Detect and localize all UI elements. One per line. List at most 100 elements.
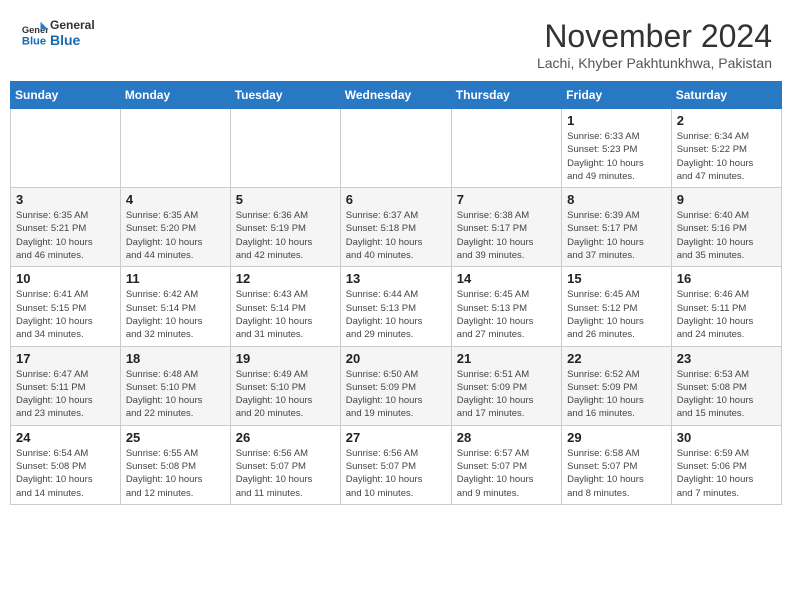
calendar-day-cell: 23 Sunrise: 6:53 AM Sunset: 5:08 PM Dayli… (671, 346, 781, 425)
day-info: Sunrise: 6:43 AM Sunset: 5:14 PM Dayligh… (236, 288, 335, 341)
page-header: General Blue General Blue November 2024 … (10, 10, 782, 75)
calendar-header-thursday: Thursday (451, 82, 561, 109)
day-number: 23 (677, 351, 776, 366)
calendar-header-monday: Monday (120, 82, 230, 109)
day-info: Sunrise: 6:40 AM Sunset: 5:16 PM Dayligh… (677, 209, 776, 262)
calendar-day-cell: 29 Sunrise: 6:58 AM Sunset: 5:07 PM Dayli… (562, 425, 672, 504)
logo-icon: General Blue (20, 20, 48, 48)
calendar-day-cell: 2 Sunrise: 6:34 AM Sunset: 5:22 PM Daylig… (671, 109, 781, 188)
calendar-day-cell: 11Sunrise: 6:42 AM Sunset: 5:14 PM Dayli… (120, 267, 230, 346)
day-number: 13 (346, 271, 446, 286)
logo-blue-text: Blue (50, 32, 95, 49)
calendar-day-cell: 13 Sunrise: 6:44 AM Sunset: 5:13 PM Dayli… (340, 267, 451, 346)
day-info: Sunrise: 6:54 AM Sunset: 5:08 PM Dayligh… (16, 447, 115, 500)
calendar-week-row: 17 Sunrise: 6:47 AM Sunset: 5:11 PM Dayli… (11, 346, 782, 425)
calendar-header-sunday: Sunday (11, 82, 121, 109)
day-info: Sunrise: 6:56 AM Sunset: 5:07 PM Dayligh… (236, 447, 335, 500)
day-info: Sunrise: 6:33 AM Sunset: 5:23 PM Dayligh… (567, 130, 666, 183)
day-number: 1 (567, 113, 666, 128)
calendar-week-row: 1 Sunrise: 6:33 AM Sunset: 5:23 PM Daylig… (11, 109, 782, 188)
day-info: Sunrise: 6:47 AM Sunset: 5:11 PM Dayligh… (16, 368, 115, 421)
day-number: 12 (236, 271, 335, 286)
day-info: Sunrise: 6:50 AM Sunset: 5:09 PM Dayligh… (346, 368, 446, 421)
calendar-empty-cell (451, 109, 561, 188)
calendar-day-cell: 18Sunrise: 6:48 AM Sunset: 5:10 PM Dayli… (120, 346, 230, 425)
calendar-header-tuesday: Tuesday (230, 82, 340, 109)
day-info: Sunrise: 6:58 AM Sunset: 5:07 PM Dayligh… (567, 447, 666, 500)
day-number: 30 (677, 430, 776, 445)
calendar-header-friday: Friday (562, 82, 672, 109)
day-info: Sunrise: 6:51 AM Sunset: 5:09 PM Dayligh… (457, 368, 556, 421)
day-info: Sunrise: 6:45 AM Sunset: 5:12 PM Dayligh… (567, 288, 666, 341)
day-info: Sunrise: 6:42 AM Sunset: 5:14 PM Dayligh… (126, 288, 225, 341)
day-number: 19 (236, 351, 335, 366)
day-info: Sunrise: 6:44 AM Sunset: 5:13 PM Dayligh… (346, 288, 446, 341)
calendar-day-cell: 7Sunrise: 6:38 AM Sunset: 5:17 PM Daylig… (451, 188, 561, 267)
calendar-day-cell: 22 Sunrise: 6:52 AM Sunset: 5:09 PM Dayli… (562, 346, 672, 425)
calendar-day-cell: 28 Sunrise: 6:57 AM Sunset: 5:07 PM Dayli… (451, 425, 561, 504)
day-number: 4 (126, 192, 225, 207)
day-number: 3 (16, 192, 115, 207)
calendar-day-cell: 6 Sunrise: 6:37 AM Sunset: 5:18 PM Daylig… (340, 188, 451, 267)
day-number: 8 (567, 192, 666, 207)
day-info: Sunrise: 6:45 AM Sunset: 5:13 PM Dayligh… (457, 288, 556, 341)
calendar-day-cell: 9Sunrise: 6:40 AM Sunset: 5:16 PM Daylig… (671, 188, 781, 267)
calendar-week-row: 10 Sunrise: 6:41 AM Sunset: 5:15 PM Dayli… (11, 267, 782, 346)
logo-general-text: General (50, 18, 95, 32)
day-number: 22 (567, 351, 666, 366)
calendar-table: SundayMondayTuesdayWednesdayThursdayFrid… (10, 81, 782, 505)
day-info: Sunrise: 6:37 AM Sunset: 5:18 PM Dayligh… (346, 209, 446, 262)
day-info: Sunrise: 6:39 AM Sunset: 5:17 PM Dayligh… (567, 209, 666, 262)
location-subtitle: Lachi, Khyber Pakhtunkhwa, Pakistan (537, 55, 772, 71)
day-number: 28 (457, 430, 556, 445)
calendar-day-cell: 25Sunrise: 6:55 AM Sunset: 5:08 PM Dayli… (120, 425, 230, 504)
title-block: November 2024 Lachi, Khyber Pakhtunkhwa,… (537, 18, 772, 71)
day-number: 6 (346, 192, 446, 207)
day-info: Sunrise: 6:36 AM Sunset: 5:19 PM Dayligh… (236, 209, 335, 262)
day-info: Sunrise: 6:41 AM Sunset: 5:15 PM Dayligh… (16, 288, 115, 341)
calendar-day-cell: 12 Sunrise: 6:43 AM Sunset: 5:14 PM Dayli… (230, 267, 340, 346)
calendar-header-wednesday: Wednesday (340, 82, 451, 109)
day-number: 25 (126, 430, 225, 445)
day-info: Sunrise: 6:38 AM Sunset: 5:17 PM Dayligh… (457, 209, 556, 262)
day-info: Sunrise: 6:52 AM Sunset: 5:09 PM Dayligh… (567, 368, 666, 421)
calendar-day-cell: 27Sunrise: 6:56 AM Sunset: 5:07 PM Dayli… (340, 425, 451, 504)
day-number: 10 (16, 271, 115, 286)
calendar-day-cell: 15 Sunrise: 6:45 AM Sunset: 5:12 PM Dayli… (562, 267, 672, 346)
logo: General Blue General Blue (20, 18, 95, 49)
calendar-day-cell: 8 Sunrise: 6:39 AM Sunset: 5:17 PM Daylig… (562, 188, 672, 267)
calendar-day-cell: 21 Sunrise: 6:51 AM Sunset: 5:09 PM Dayli… (451, 346, 561, 425)
day-number: 24 (16, 430, 115, 445)
calendar-header-saturday: Saturday (671, 82, 781, 109)
day-number: 5 (236, 192, 335, 207)
day-info: Sunrise: 6:35 AM Sunset: 5:20 PM Dayligh… (126, 209, 225, 262)
day-info: Sunrise: 6:34 AM Sunset: 5:22 PM Dayligh… (677, 130, 776, 183)
day-info: Sunrise: 6:59 AM Sunset: 5:06 PM Dayligh… (677, 447, 776, 500)
day-number: 29 (567, 430, 666, 445)
calendar-day-cell: 26Sunrise: 6:56 AM Sunset: 5:07 PM Dayli… (230, 425, 340, 504)
day-number: 2 (677, 113, 776, 128)
calendar-day-cell: 5 Sunrise: 6:36 AM Sunset: 5:19 PM Daylig… (230, 188, 340, 267)
day-info: Sunrise: 6:49 AM Sunset: 5:10 PM Dayligh… (236, 368, 335, 421)
calendar-empty-cell (11, 109, 121, 188)
calendar-day-cell: 30 Sunrise: 6:59 AM Sunset: 5:06 PM Dayli… (671, 425, 781, 504)
day-number: 16 (677, 271, 776, 286)
calendar-day-cell: 14 Sunrise: 6:45 AM Sunset: 5:13 PM Dayli… (451, 267, 561, 346)
svg-text:Blue: Blue (22, 35, 46, 47)
calendar-empty-cell (340, 109, 451, 188)
calendar-day-cell: 4 Sunrise: 6:35 AM Sunset: 5:20 PM Daylig… (120, 188, 230, 267)
calendar-empty-cell (120, 109, 230, 188)
day-number: 15 (567, 271, 666, 286)
day-info: Sunrise: 6:48 AM Sunset: 5:10 PM Dayligh… (126, 368, 225, 421)
calendar-week-row: 3Sunrise: 6:35 AM Sunset: 5:21 PM Daylig… (11, 188, 782, 267)
calendar-week-row: 24 Sunrise: 6:54 AM Sunset: 5:08 PM Dayli… (11, 425, 782, 504)
day-info: Sunrise: 6:57 AM Sunset: 5:07 PM Dayligh… (457, 447, 556, 500)
day-number: 14 (457, 271, 556, 286)
day-number: 17 (16, 351, 115, 366)
calendar-day-cell: 1 Sunrise: 6:33 AM Sunset: 5:23 PM Daylig… (562, 109, 672, 188)
calendar-day-cell: 3Sunrise: 6:35 AM Sunset: 5:21 PM Daylig… (11, 188, 121, 267)
calendar-day-cell: 17 Sunrise: 6:47 AM Sunset: 5:11 PM Dayli… (11, 346, 121, 425)
day-number: 20 (346, 351, 446, 366)
day-info: Sunrise: 6:53 AM Sunset: 5:08 PM Dayligh… (677, 368, 776, 421)
day-number: 21 (457, 351, 556, 366)
